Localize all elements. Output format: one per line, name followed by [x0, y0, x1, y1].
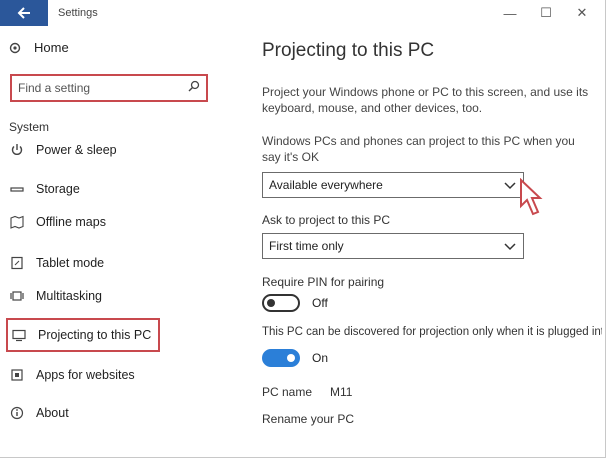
sidebar-item-multitasking[interactable]: Multitasking — [10, 284, 102, 308]
availability-dropdown[interactable]: Available everywhere — [262, 172, 524, 198]
multitasking-icon — [10, 289, 24, 303]
rename-pc-link[interactable]: Rename your PC — [262, 412, 354, 426]
projecting-icon — [12, 328, 26, 342]
sidebar-item-projecting[interactable]: Projecting to this PC — [6, 318, 160, 352]
sidebar-item-about[interactable]: About — [10, 401, 69, 425]
minimize-button[interactable]: — — [492, 0, 528, 26]
search-placeholder: Find a setting — [18, 81, 91, 95]
window-title: Settings — [58, 7, 98, 19]
sidebar-item-apps-for-websites[interactable]: Apps for websites — [10, 363, 135, 387]
search-icon — [188, 79, 200, 97]
page-description: Project your Windows phone or PC to this… — [262, 85, 589, 115]
sidebar-item-label: Offline maps — [36, 215, 106, 229]
main-content: Projecting to this PC Project your Windo… — [225, 26, 605, 457]
ask-to-project-label: Ask to project to this PC — [262, 213, 391, 227]
sidebar-item-label: About — [36, 406, 69, 420]
page-title: Projecting to this PC — [262, 40, 435, 61]
sidebar-item-storage[interactable]: Storage — [10, 177, 80, 201]
chevron-down-icon — [504, 243, 516, 251]
toggle-knob — [267, 299, 275, 307]
plugged-in-label: This PC can be discovered for projection… — [262, 326, 602, 338]
sidebar-item-power-sleep[interactable]: Power & sleep — [10, 138, 117, 162]
require-pin-label: Require PIN for pairing — [262, 275, 385, 289]
map-icon — [10, 215, 24, 229]
sidebar: Home Find a setting System Power & sleep… — [0, 26, 225, 457]
window-controls: — ☐ ✕ — [492, 0, 600, 26]
title-bar: Settings — ☐ ✕ — [0, 0, 605, 26]
power-icon — [10, 143, 24, 157]
section-label: System — [9, 120, 50, 134]
back-button[interactable] — [0, 0, 48, 26]
ask-dropdown-value: First time only — [269, 239, 344, 253]
toggle-state: On — [312, 351, 329, 365]
require-pin-toggle[interactable]: Off — [262, 294, 328, 312]
availability-dropdown-value: Available everywhere — [269, 178, 383, 192]
settings-window: Settings — ☐ ✕ Home Find a setting Syste… — [0, 0, 606, 458]
sidebar-item-offline-maps[interactable]: Offline maps — [10, 210, 106, 234]
sidebar-item-tablet-mode[interactable]: Tablet mode — [10, 251, 104, 275]
back-arrow-icon — [17, 7, 30, 19]
toggle-knob — [287, 354, 295, 362]
search-input[interactable]: Find a setting — [10, 74, 208, 102]
sidebar-item-label: Tablet mode — [36, 256, 105, 270]
info-icon — [10, 406, 24, 420]
maximize-button[interactable]: ☐ — [528, 0, 564, 26]
apps-websites-icon — [10, 368, 24, 382]
pc-name-label: PC name — [262, 385, 313, 399]
tablet-icon — [10, 256, 24, 270]
gear-icon — [8, 41, 22, 55]
close-button[interactable]: ✕ — [564, 0, 600, 26]
projection-description: Windows PCs and phones can project to th… — [262, 134, 575, 164]
sidebar-item-label: Apps for websites — [36, 368, 135, 382]
sidebar-item-label: Storage — [36, 182, 80, 196]
sidebar-item-label: Power & sleep — [36, 143, 117, 157]
pc-name-value: M11 — [330, 385, 353, 399]
toggle-state: Off — [312, 296, 328, 310]
mouse-pointer-icon — [520, 178, 543, 216]
ask-to-project-dropdown[interactable]: First time only — [262, 233, 524, 259]
pc-name-row: PC name M11 — [262, 385, 352, 399]
toggle-switch[interactable] — [262, 294, 300, 312]
storage-icon — [10, 182, 24, 196]
sidebar-item-label: Multitasking — [36, 289, 102, 303]
toggle-switch[interactable] — [262, 349, 300, 367]
plugged-in-toggle[interactable]: On — [262, 349, 328, 367]
sidebar-item-label: Projecting to this PC — [38, 328, 152, 342]
home-label: Home — [34, 40, 69, 55]
sidebar-home[interactable]: Home — [8, 40, 69, 55]
